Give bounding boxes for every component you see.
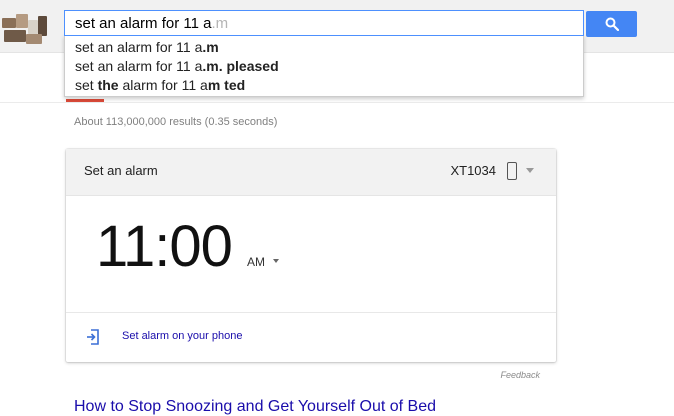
result-stats: About 113,000,000 results (0.35 seconds) [74, 116, 278, 128]
suggestion-text-part: .m [202, 39, 219, 55]
logo[interactable] [0, 10, 47, 46]
feedback-link[interactable]: Feedback [500, 370, 540, 380]
suggestions-dropdown: set an alarm for 11 a.m set an alarm for… [64, 35, 584, 97]
alarm-card: Set an alarm XT1034 11:00 AM Set alarm o… [66, 149, 556, 362]
suggestion-text-part: .m. pleased [202, 58, 279, 74]
search-icon [605, 17, 619, 31]
suggestion-item[interactable]: set an alarm for 11 a.m. pleased [75, 58, 279, 74]
search-result-title[interactable]: How to Stop Snoozing and Get Yourself Ou… [74, 398, 436, 416]
search-query: set an alarm for 11 a.m [75, 15, 228, 32]
suggestion-text-part: set [75, 77, 98, 93]
suggestion-text-part: set an alarm for 11 a [75, 58, 203, 74]
suggestion-text-part: the [97, 77, 119, 93]
device-name[interactable]: XT1034 [450, 163, 496, 178]
chevron-down-icon[interactable] [526, 168, 534, 173]
search-input[interactable]: set an alarm for 11 a.m [64, 10, 584, 36]
search-button[interactable] [586, 11, 637, 37]
suggestion-text-part: set an alarm for 11 a [75, 39, 203, 55]
search-typed-text: set an alarm for 11 a [75, 15, 212, 32]
alarm-card-header: Set an alarm XT1034 [66, 149, 556, 196]
suggestion-text-part: m ted [207, 77, 246, 93]
alarm-card-title: Set an alarm [84, 163, 158, 178]
suggestion-item[interactable]: set the alarm for 11 am ted [75, 77, 245, 93]
alarm-time[interactable]: 11:00 [96, 213, 233, 280]
set-alarm-on-phone-button[interactable]: Set alarm on your phone [66, 313, 556, 362]
suggestion-text-part: alarm for 11 a [118, 77, 208, 93]
suggestion-item[interactable]: set an alarm for 11 a.m [75, 39, 219, 55]
chevron-down-icon[interactable] [273, 259, 279, 263]
header-divider [0, 102, 674, 103]
phone-icon[interactable] [507, 162, 517, 180]
search-completion-text: .m [211, 15, 229, 32]
open-phone-icon [87, 329, 99, 345]
am-pm-selector[interactable]: AM [247, 255, 265, 269]
set-alarm-on-phone-label: Set alarm on your phone [122, 330, 243, 342]
